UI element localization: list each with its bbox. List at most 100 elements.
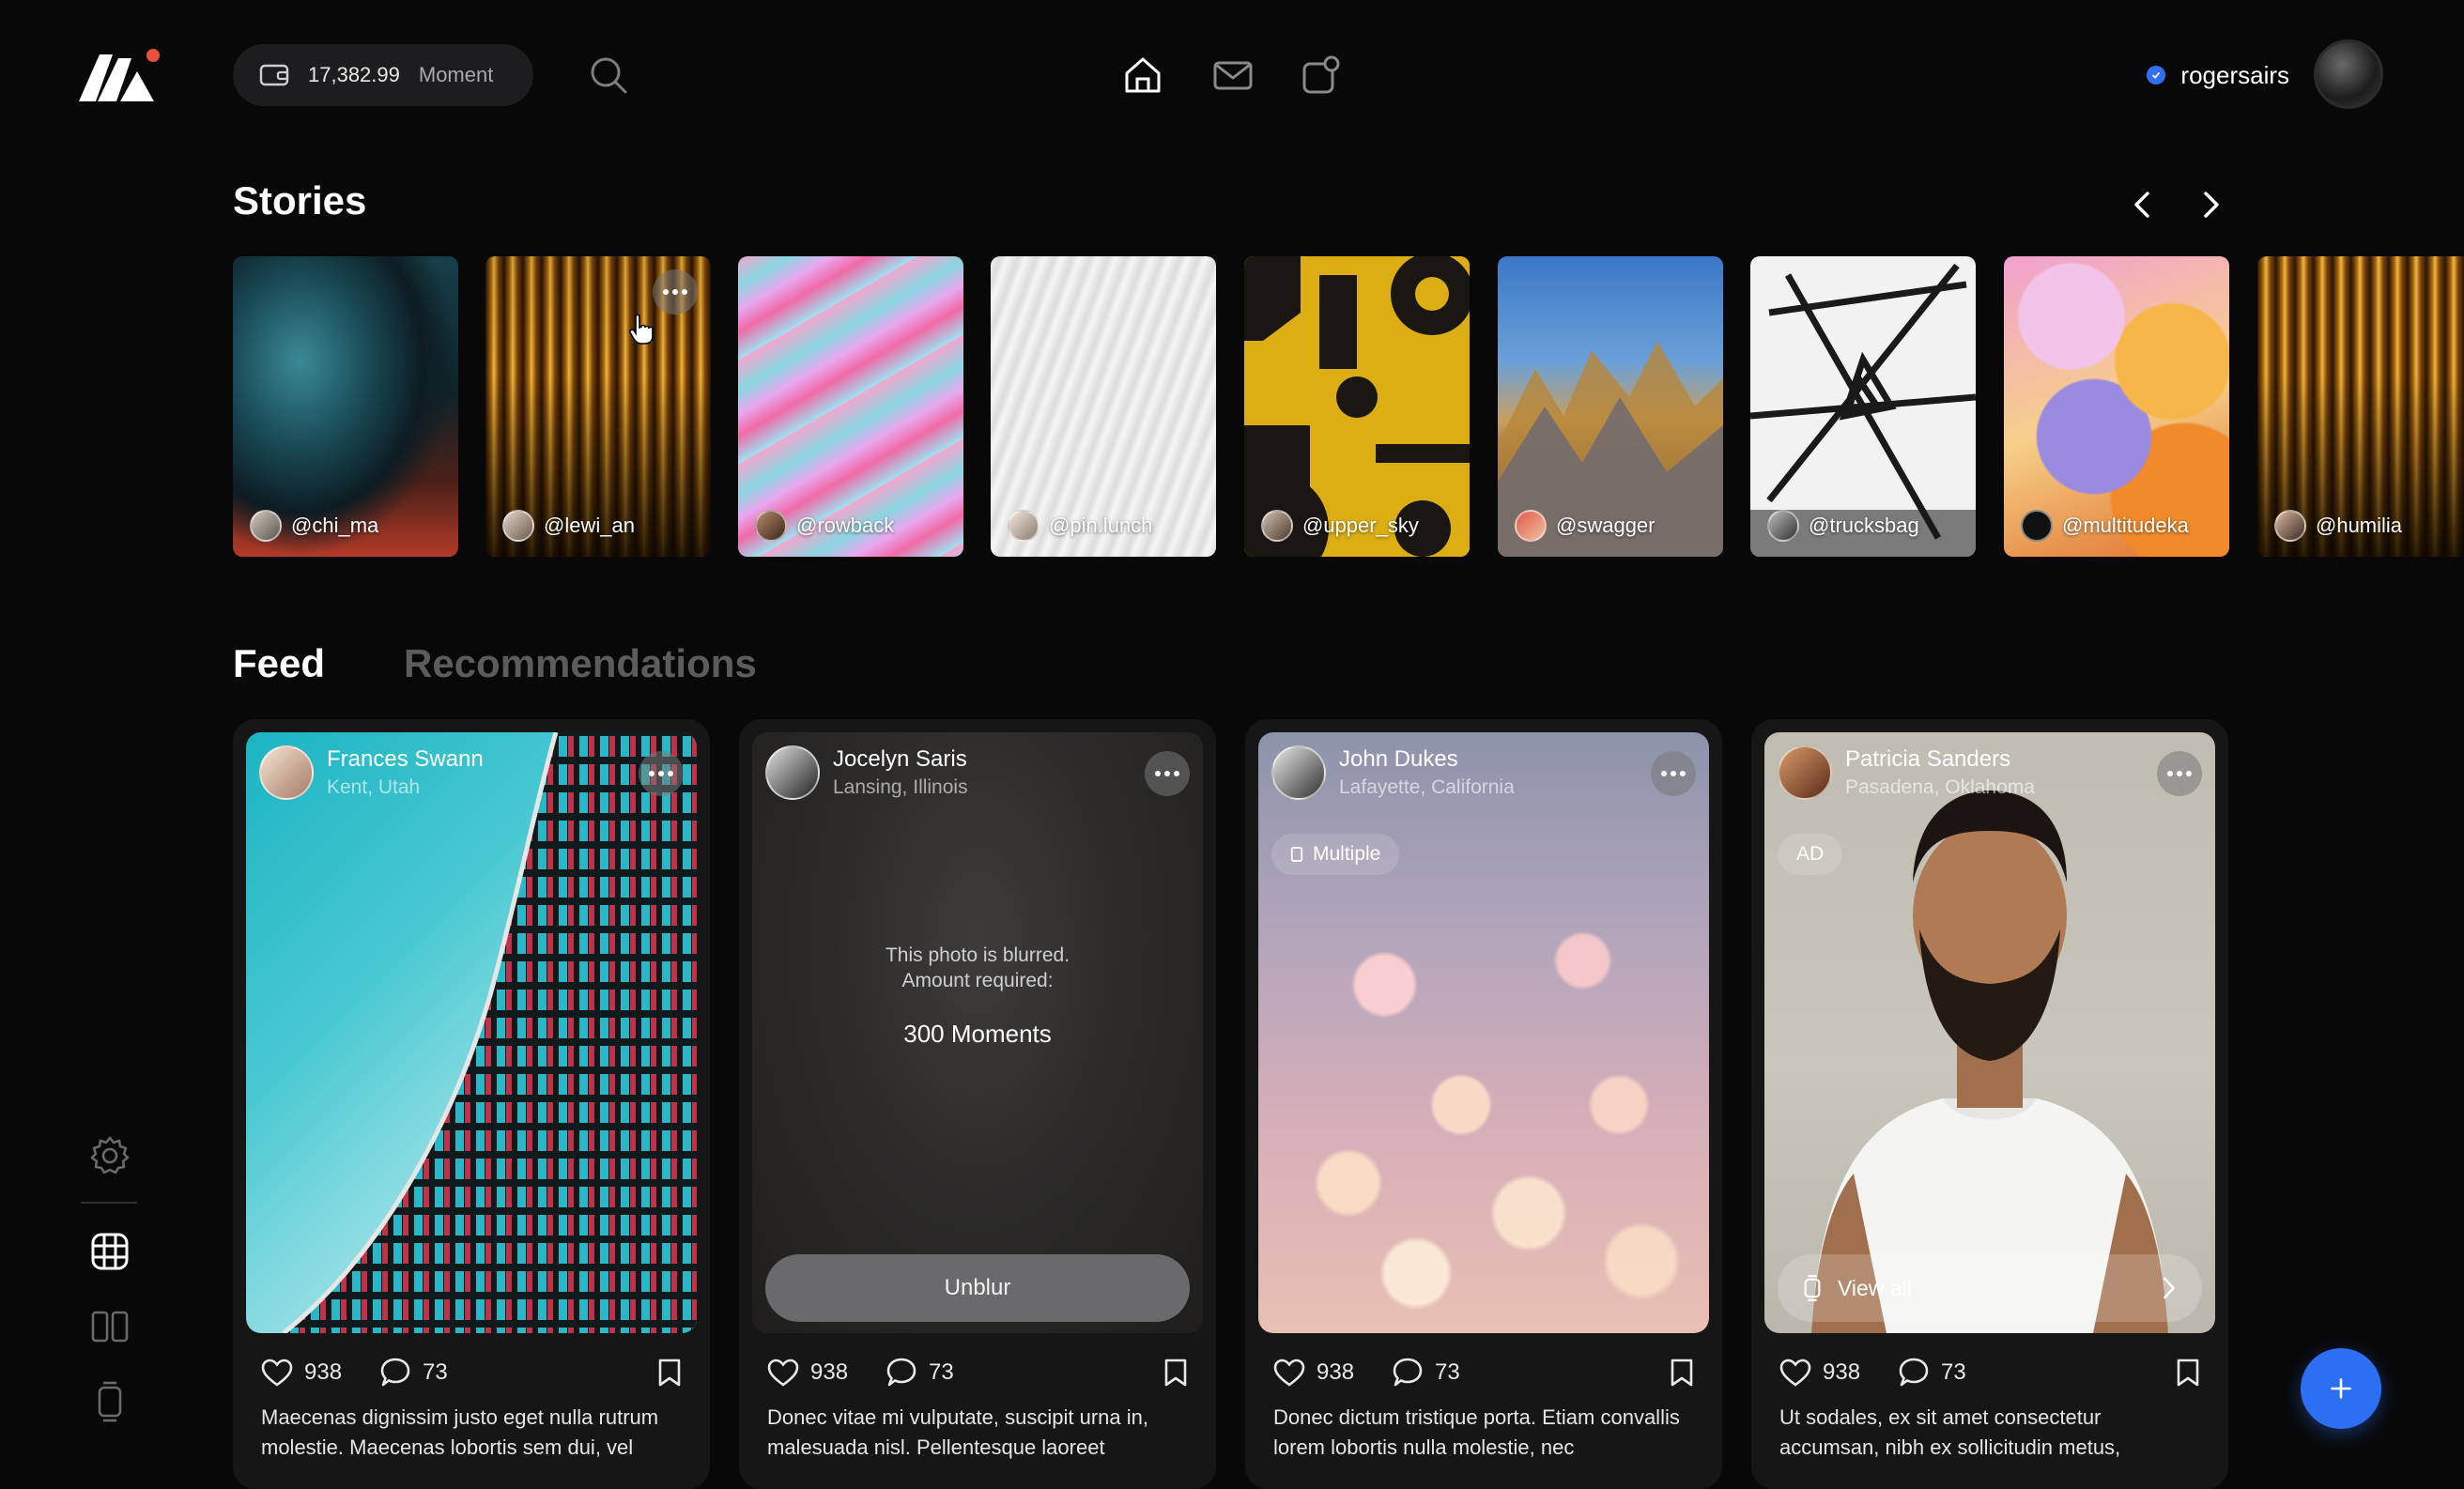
chevron-right-icon [2204,192,2219,218]
mail-icon[interactable] [1211,54,1255,96]
post-card: Jocelyn Saris Lansing, Illinois This phot… [739,719,1216,1489]
story-handle: @trucksbag [1809,514,1919,537]
avatar [1271,745,1326,800]
home-icon[interactable] [1121,54,1164,96]
story-handle: @swagger [1556,514,1656,537]
post-photo[interactable]: John Dukes Lafayette, California Multiple [1258,732,1709,1333]
story-avatar [502,510,534,542]
user-info[interactable]: rogersairs [2147,54,2289,96]
post-location: Lansing, Illinois [833,776,968,798]
story-card[interactable]: @pin.lunch [991,256,1216,557]
story-card[interactable]: @humilia [2257,256,2464,557]
comment-button[interactable]: 73 [1392,1358,1460,1388]
story-card[interactable]: @swagger [1498,256,1723,557]
story-card[interactable]: @trucksbag [1750,256,1976,557]
wallet-balance[interactable]: 17,382.99 Moment [233,44,533,106]
bookmark-icon[interactable] [1670,1358,1694,1388]
bookmark-icon[interactable] [2176,1358,2200,1388]
columns-view-icon[interactable] [88,1305,131,1348]
story-card[interactable]: @chi_ma [233,256,458,557]
story-more-button[interactable] [653,269,698,315]
story-avatar [1767,510,1799,542]
ad-badge: AD [1778,834,1843,875]
comment-button[interactable]: 73 [379,1358,448,1388]
story-card[interactable]: @multitudeka [2004,256,2229,557]
story-avatar [2274,510,2306,542]
view-all-button[interactable]: View all [1778,1254,2202,1322]
username: rogersairs [2180,60,2289,89]
single-view-icon[interactable] [88,1380,131,1423]
comment-icon [1899,1358,1929,1387]
story-handle: @pin.lunch [1049,514,1153,537]
bookmark-icon[interactable] [1163,1358,1188,1388]
avatar [259,745,314,800]
chevron-left-icon [2134,192,2149,218]
like-button[interactable]: 938 [261,1359,342,1387]
heart-icon [1273,1359,1305,1387]
unblur-button[interactable]: Unblur [765,1254,1190,1322]
tab-recommendations[interactable]: Recommendations [404,641,757,686]
balance-unit: Moment [418,63,494,86]
verified-icon [2147,66,2166,84]
stories-next-button[interactable] [2192,186,2229,223]
comment-button[interactable]: 73 [1898,1358,1966,1388]
create-post-button[interactable] [2301,1348,2381,1429]
balance-amount: 17,382.99 [308,63,400,86]
post-location: Pasadena, Oklahoma [1845,776,2035,798]
post-caption: Donec dictum tristique porta. Etiam conv… [1273,1405,1680,1459]
post-header[interactable]: Patricia Sanders Pasadena, Oklahoma [1778,745,2035,800]
post-author: Patricia Sanders [1845,746,2011,772]
post-photo[interactable]: Patricia Sanders Pasadena, Oklahoma AD Vi… [1764,732,2215,1333]
post-more-button[interactable] [1651,751,1696,796]
story-card[interactable]: @rowback [738,256,963,557]
comment-count: 73 [1941,1359,1966,1385]
comment-icon [1393,1358,1423,1387]
story-handle: @humilia [2316,514,2403,537]
post-photo[interactable]: Frances Swann Kent, Utah [246,732,697,1333]
avatar[interactable] [2314,39,2383,109]
tab-feed[interactable]: Feed [233,641,325,686]
search-icon[interactable] [588,54,629,96]
post-more-button[interactable] [2157,751,2202,796]
post-card: Frances Swann Kent, Utah 938 73 Maecenas … [233,719,710,1489]
heart-icon [261,1359,293,1387]
post-card: Patricia Sanders Pasadena, Oklahoma AD Vi… [1751,719,2228,1489]
post-more-button[interactable] [1145,751,1190,796]
post-more-button[interactable] [639,751,684,796]
grid-view-icon[interactable] [88,1230,131,1273]
comment-icon [886,1358,916,1387]
like-count: 938 [1823,1359,1861,1385]
like-button[interactable]: 938 [767,1359,848,1387]
story-handle: @multitudeka [2062,514,2189,537]
heart-icon [1779,1359,1811,1387]
story-card[interactable]: @lewi_an [485,256,711,557]
heart-icon [767,1359,799,1387]
like-count: 938 [810,1359,849,1385]
blurred-photo[interactable]: Jocelyn Saris Lansing, Illinois This phot… [752,732,1203,1333]
post-header[interactable]: Frances Swann Kent, Utah [259,745,484,800]
avatar [765,745,820,800]
moments-icon[interactable] [1300,54,1343,96]
settings-icon[interactable] [88,1134,131,1177]
comment-icon [380,1358,410,1387]
post-card: John Dukes Lafayette, California Multiple… [1245,719,1722,1489]
blur-amount: 300 Moments [903,1020,1052,1048]
post-location: Kent, Utah [327,776,421,798]
post-header[interactable]: John Dukes Lafayette, California [1271,745,1515,800]
post-location: Lafayette, California [1339,776,1515,798]
like-button[interactable]: 938 [1779,1359,1860,1387]
story-avatar [755,510,787,542]
story-card[interactable]: @upper_sky [1244,256,1470,557]
comment-button[interactable]: 73 [886,1358,954,1388]
person-illustration-icon [1811,791,2168,1333]
like-count: 938 [1317,1359,1355,1385]
bookmark-icon[interactable] [657,1358,682,1388]
story-handle: @lewi_an [544,514,635,537]
chevron-right-icon [2164,1277,2175,1299]
multiple-icon [1290,847,1303,862]
like-button[interactable]: 938 [1273,1359,1354,1387]
blur-message: This photo is blurred. Amount required: [885,944,1070,991]
stories-prev-button[interactable] [2124,186,2162,223]
story-avatar [2021,510,2053,542]
post-header[interactable]: Jocelyn Saris Lansing, Illinois [765,745,968,800]
